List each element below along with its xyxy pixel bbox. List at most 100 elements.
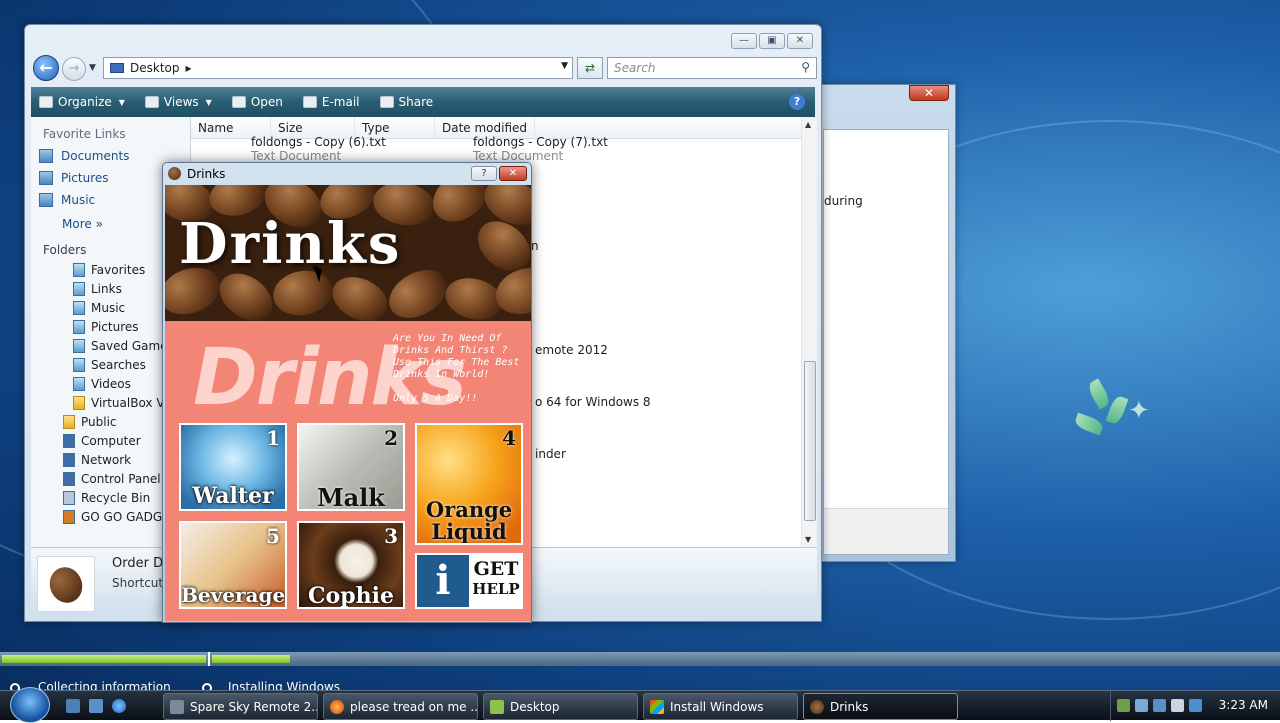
- tree-label: Control Panel: [81, 472, 161, 486]
- scrollbar-thumb[interactable]: [804, 361, 816, 521]
- refresh-icon[interactable]: ⇄: [577, 57, 603, 79]
- close-icon[interactable]: ✕: [787, 33, 813, 49]
- taskbar-item-drinks[interactable]: Drinks: [803, 693, 958, 720]
- vertical-scrollbar[interactable]: ▲ ▼: [801, 117, 817, 547]
- videos-folder-icon: [73, 377, 85, 391]
- file-name: foldongs - Copy (7).txt: [473, 135, 608, 149]
- tree-item-control-panel[interactable]: Control Panel: [63, 472, 161, 486]
- progress-segment-collecting: [2, 655, 206, 663]
- dialog-footer: [824, 508, 948, 554]
- scroll-down-icon[interactable]: ▼: [805, 535, 811, 544]
- views-button[interactable]: Views ▼: [144, 95, 212, 109]
- tile-label: Beverage: [181, 583, 286, 607]
- fav-link-music[interactable]: Music: [39, 193, 95, 207]
- more-label: More: [62, 217, 92, 231]
- file-item[interactable]: n: [531, 239, 539, 253]
- tagline: Are You In Need Of Drinks And Thirst ? U…: [393, 333, 529, 405]
- taskbar-item-desktop[interactable]: Desktop: [483, 693, 638, 720]
- help-button[interactable]: ?: [471, 166, 497, 181]
- tree-label: Links: [91, 282, 122, 296]
- file-item[interactable]: foldongs - Copy (6).txt Text Document: [251, 135, 386, 163]
- organize-button[interactable]: Organize ▼: [39, 95, 125, 109]
- get-help-line2: HELP: [472, 580, 520, 598]
- tree-item-go-go-gadget[interactable]: GO GO GADGET: [63, 510, 177, 524]
- tree-item-searches[interactable]: Searches: [73, 358, 146, 372]
- folders-header[interactable]: Folders: [43, 243, 86, 257]
- tree-item-videos[interactable]: Videos: [73, 377, 131, 391]
- organize-icon: [39, 96, 53, 108]
- open-button[interactable]: Open: [231, 95, 283, 109]
- file-item[interactable]: inder: [535, 447, 566, 461]
- chevron-down-icon[interactable]: ▼: [561, 61, 568, 71]
- navigation-bar: ← → ▼ Desktop ▸ ▼ ⇄ Search ⚲: [31, 55, 817, 81]
- favorites-folder-icon: [73, 263, 85, 277]
- forward-arrow-icon[interactable]: →: [62, 57, 86, 81]
- recent-pages-dropdown-icon[interactable]: ▼: [89, 63, 96, 73]
- minimize-icon[interactable]: —: [731, 33, 757, 49]
- close-icon[interactable]: ✕: [499, 166, 527, 181]
- tray-app-icon[interactable]: [1117, 699, 1130, 712]
- tree-item-recycle-bin[interactable]: Recycle Bin: [63, 491, 150, 505]
- drink-tile-malk[interactable]: 2 Malk: [297, 423, 405, 511]
- file-item[interactable]: foldongs - Copy (7).txt Text Document: [473, 135, 608, 163]
- tree-item-favorites[interactable]: Favorites: [73, 263, 145, 277]
- back-arrow-icon[interactable]: ←: [33, 55, 59, 81]
- search-input[interactable]: Search ⚲: [607, 57, 817, 79]
- address-bar[interactable]: Desktop ▸ ▼: [103, 57, 573, 79]
- drink-tile-cophie[interactable]: 3 Cophie: [297, 521, 405, 609]
- tree-label: Videos: [91, 377, 131, 391]
- clock[interactable]: 3:23 AM: [1219, 698, 1268, 712]
- close-icon[interactable]: ✕: [909, 85, 949, 101]
- breadcrumb-chevron-icon[interactable]: ▸: [186, 61, 192, 75]
- taskbar-item-firefox[interactable]: please tread on me ...: [323, 693, 478, 720]
- open-icon: [231, 96, 246, 108]
- help-icon[interactable]: ?: [789, 94, 805, 110]
- tree-item-public[interactable]: Public: [63, 415, 117, 429]
- taskbar-item-install-windows[interactable]: Install Windows: [643, 693, 798, 720]
- email-button[interactable]: E-mail: [302, 95, 360, 109]
- tree-item-network[interactable]: Network: [63, 453, 131, 467]
- share-label: Share: [398, 95, 434, 109]
- system-tray: 3:23 AM: [1110, 691, 1280, 721]
- tree-item-music[interactable]: Music: [73, 301, 125, 315]
- tree-label: Computer: [81, 434, 141, 448]
- tile-label: Cophie: [308, 583, 394, 609]
- start-orb-icon[interactable]: [10, 687, 50, 723]
- drink-tile-orange-liquid[interactable]: 4 Orange Liquid: [415, 423, 523, 545]
- address-location: Desktop: [130, 61, 180, 75]
- folder-icon: [490, 699, 504, 714]
- music-folder-icon: [73, 301, 85, 315]
- taskbar-item-sky-remote[interactable]: Spare Sky Remote 2...: [163, 693, 318, 720]
- show-desktop-icon[interactable]: [66, 699, 80, 713]
- tree-item-saved-games[interactable]: Saved Games: [73, 339, 174, 353]
- drinks-titlebar[interactable]: Drinks ? ✕: [163, 163, 531, 185]
- search-icon[interactable]: ⚲: [801, 60, 810, 74]
- network-icon[interactable]: [1153, 699, 1166, 712]
- scroll-up-icon[interactable]: ▲: [805, 120, 811, 129]
- file-item[interactable]: emote 2012: [535, 343, 608, 357]
- fav-link-documents[interactable]: Documents: [39, 149, 129, 163]
- volume-muted-icon[interactable]: [1171, 699, 1184, 712]
- more-link[interactable]: More »: [62, 217, 103, 231]
- fav-link-pictures[interactable]: Pictures: [39, 171, 109, 185]
- tree-item-links[interactable]: Links: [73, 282, 122, 296]
- double-chevron-icon: »: [95, 217, 103, 231]
- tray-app-icon[interactable]: [1135, 699, 1148, 712]
- file-item[interactable]: o 64 for Windows 8: [535, 395, 651, 409]
- switch-windows-icon[interactable]: [89, 699, 103, 713]
- maximize-icon[interactable]: ▣: [759, 33, 785, 49]
- tree-item-computer[interactable]: Computer: [63, 434, 141, 448]
- drinks-menu-panel: Drinks Are You In Need Of Drinks And Thi…: [165, 321, 531, 621]
- share-button[interactable]: Share: [379, 95, 434, 109]
- fav-link-label: Documents: [61, 149, 130, 163]
- tree-item-pictures[interactable]: Pictures: [73, 320, 139, 334]
- drink-tile-beverage[interactable]: 5 Beverage: [179, 521, 287, 609]
- internet-explorer-icon[interactable]: [112, 699, 126, 713]
- banner-title: Drinks: [179, 211, 402, 277]
- details-subtitle: Shortcut: [112, 576, 164, 590]
- taskbar: Spare Sky Remote 2... please tread on me…: [0, 687, 1280, 723]
- wallpaper-bird: ✦: [1128, 396, 1150, 426]
- drink-tile-walter[interactable]: 1 Walter: [179, 423, 287, 511]
- get-help-button[interactable]: i GET HELP: [415, 553, 523, 609]
- update-icon[interactable]: [1189, 699, 1202, 712]
